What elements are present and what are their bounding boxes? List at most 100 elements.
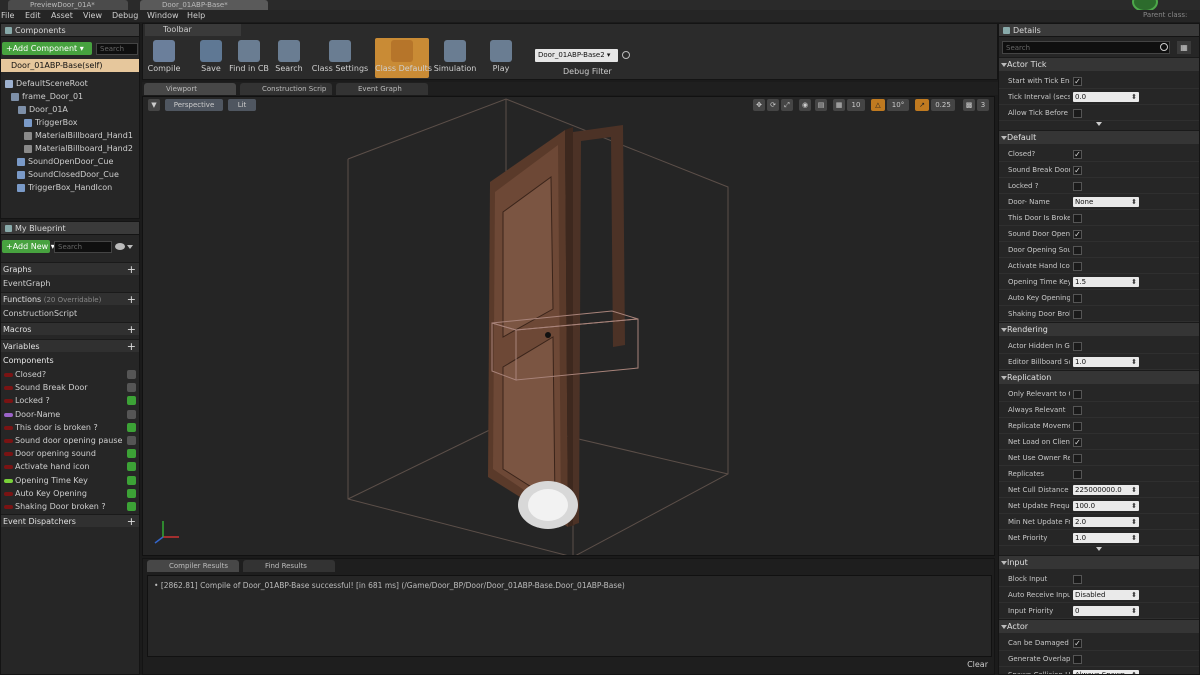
visibility-eye-icon[interactable] xyxy=(127,396,136,406)
toolbar-button-search[interactable]: Search xyxy=(275,38,303,78)
add-variable-button[interactable]: + xyxy=(127,340,136,353)
section-graphs[interactable]: Graphs + xyxy=(1,262,139,276)
search-icon[interactable] xyxy=(1160,43,1168,51)
components-category[interactable]: Components xyxy=(1,354,139,367)
variable-item[interactable]: Sound door opening pause xyxy=(1,434,139,447)
property-value-field[interactable]: Disabled ⬍ xyxy=(1073,590,1139,600)
variable-item[interactable]: Auto Key Opening xyxy=(1,487,139,500)
property-checkbox[interactable] xyxy=(1073,422,1082,431)
tree-item-sound-closed[interactable]: SoundClosedDoor_Cue xyxy=(17,168,119,181)
section-event-dispatchers[interactable]: Event Dispatchers + xyxy=(1,514,139,528)
property-checkbox[interactable] xyxy=(1073,262,1082,271)
tab-find-results[interactable]: Find Results xyxy=(243,560,335,572)
construction-script-item[interactable]: ConstructionScript xyxy=(1,307,139,320)
property-value-field[interactable]: 0 ⬍ xyxy=(1073,606,1139,616)
menu-edit[interactable]: Edit xyxy=(25,10,41,22)
visibility-eye-icon[interactable] xyxy=(127,475,136,485)
property-checkbox[interactable] xyxy=(1073,655,1082,664)
tab-viewport[interactable]: Viewport xyxy=(144,83,236,95)
visibility-eye-icon[interactable] xyxy=(127,462,136,472)
tab-event-graph[interactable]: Event Graph xyxy=(336,83,428,95)
details-section-rendering[interactable]: Rendering xyxy=(999,322,1199,336)
scale-icon[interactable]: ⤢ xyxy=(781,99,793,111)
grid-snap-icon[interactable]: ▦ xyxy=(833,99,845,111)
property-value-field[interactable]: 1.5 ⬍ xyxy=(1073,277,1139,287)
property-checkbox[interactable] xyxy=(1073,454,1082,463)
property-checkbox[interactable] xyxy=(1073,182,1082,191)
menu-asset[interactable]: Asset xyxy=(51,10,73,22)
property-checkbox[interactable] xyxy=(1073,390,1082,399)
camera-speed-icon[interactable]: ▩ xyxy=(963,99,975,111)
tree-item-door-01a[interactable]: Door_01A xyxy=(18,103,68,116)
translate-icon[interactable]: ✥ xyxy=(753,99,765,111)
toolbar-button-class-settings[interactable]: Class Settings xyxy=(311,38,369,78)
visibility-eye-icon[interactable] xyxy=(127,449,136,459)
property-value-field[interactable]: 0.0 ⬍ xyxy=(1073,92,1139,102)
property-value-field[interactable]: 225000000.0 ⬍ xyxy=(1073,485,1139,495)
menu-window[interactable]: Window xyxy=(147,10,179,22)
property-value-field[interactable]: 1.0 ⬍ xyxy=(1073,533,1139,543)
grid-size-value[interactable]: 10 xyxy=(847,99,865,111)
tree-item-frame-door[interactable]: frame_Door_01 xyxy=(11,90,83,103)
menu-file[interactable]: File xyxy=(1,10,14,22)
property-checkbox[interactable] xyxy=(1073,470,1082,479)
property-checkbox[interactable] xyxy=(1073,310,1082,319)
debug-search-icon[interactable] xyxy=(622,51,630,59)
rotate-icon[interactable]: ⟳ xyxy=(767,99,779,111)
visibility-eye-icon[interactable] xyxy=(127,488,136,498)
toolbar-button-find-in-cb[interactable]: Find in CB xyxy=(227,38,271,78)
self-row[interactable]: Door_01ABP-Base(self) xyxy=(1,59,139,72)
visibility-eye-icon[interactable] xyxy=(127,422,136,432)
tab-door-blueprint[interactable]: Door_01ABP-Base* xyxy=(140,0,268,10)
clear-button[interactable]: Clear xyxy=(967,660,988,669)
variable-item[interactable]: Door opening sound xyxy=(1,447,139,460)
property-checkbox[interactable] xyxy=(1073,246,1082,255)
property-checkbox[interactable] xyxy=(1073,109,1082,118)
add-dispatcher-button[interactable]: + xyxy=(127,515,136,528)
details-search-input[interactable]: Search xyxy=(1002,41,1170,54)
property-checkbox[interactable]: ✓ xyxy=(1073,77,1082,86)
variable-item[interactable]: Closed? xyxy=(1,368,139,381)
perspective-button[interactable]: Perspective xyxy=(165,99,223,111)
add-component-button[interactable]: +Add Component ▾ xyxy=(2,42,92,55)
scale-snap-value[interactable]: 0.25 xyxy=(931,99,955,111)
tree-item-triggerbox[interactable]: TriggerBox xyxy=(24,116,77,129)
show-advanced-arrow-icon[interactable] xyxy=(1096,122,1102,126)
toolbar-button-save[interactable]: Save xyxy=(199,38,223,78)
add-function-button[interactable]: + xyxy=(127,293,136,306)
toolbar-button-compile[interactable]: Compile xyxy=(145,38,183,78)
debug-filter-select[interactable]: Door_01ABP-Base2 ▾ xyxy=(535,49,618,62)
property-value-field[interactable]: None ⬍ xyxy=(1073,197,1139,207)
surface-snap-icon[interactable]: ▤ xyxy=(815,99,827,111)
components-search-input[interactable]: Search xyxy=(96,43,138,55)
variable-item[interactable]: Sound Break Door xyxy=(1,381,139,394)
toolbar-button-simulation[interactable]: Simulation xyxy=(433,38,477,78)
tab-preview-door[interactable]: PreviewDoor_01A* xyxy=(8,0,128,10)
camera-speed-value[interactable]: 3 xyxy=(977,99,989,111)
variable-item[interactable]: Opening Time Key xyxy=(1,474,139,487)
variable-item[interactable]: Door-Name xyxy=(1,408,139,421)
visibility-eye-icon[interactable] xyxy=(127,383,136,393)
viewport[interactable]: ▼ Perspective Lit ✥ ⟳ ⤢ ◉ ▤ ▦ 10 △ 10° ↗… xyxy=(142,96,995,556)
visibility-eye-icon[interactable] xyxy=(127,502,136,511)
menu-debug[interactable]: Debug xyxy=(112,10,138,22)
visibility-eye-icon[interactable] xyxy=(127,370,136,379)
property-checkbox[interactable] xyxy=(1073,214,1082,223)
menu-help[interactable]: Help xyxy=(187,10,205,22)
visibility-eye-icon[interactable] xyxy=(127,436,136,445)
details-section-actor[interactable]: Actor xyxy=(999,619,1199,633)
property-checkbox[interactable] xyxy=(1073,406,1082,415)
chevron-down-icon[interactable] xyxy=(127,245,133,249)
lit-button[interactable]: Lit xyxy=(228,99,256,111)
property-checkbox[interactable] xyxy=(1073,575,1082,584)
tree-item-billboard-hand1[interactable]: MaterialBillboard_Hand1 xyxy=(24,129,133,142)
viewport-options-button[interactable]: ▼ xyxy=(148,99,160,111)
variable-item[interactable]: This door is broken ? xyxy=(1,421,139,434)
eye-icon[interactable] xyxy=(115,243,125,250)
property-checkbox[interactable]: ✓ xyxy=(1073,230,1082,239)
add-new-button[interactable]: +Add New ▾ xyxy=(2,240,55,253)
property-value-field[interactable]: 100.0 ⬍ xyxy=(1073,501,1139,511)
tree-item-billboard-hand2[interactable]: MaterialBillboard_Hand2 xyxy=(24,142,133,155)
details-section-input[interactable]: Input xyxy=(999,555,1199,569)
property-checkbox[interactable] xyxy=(1073,342,1082,351)
